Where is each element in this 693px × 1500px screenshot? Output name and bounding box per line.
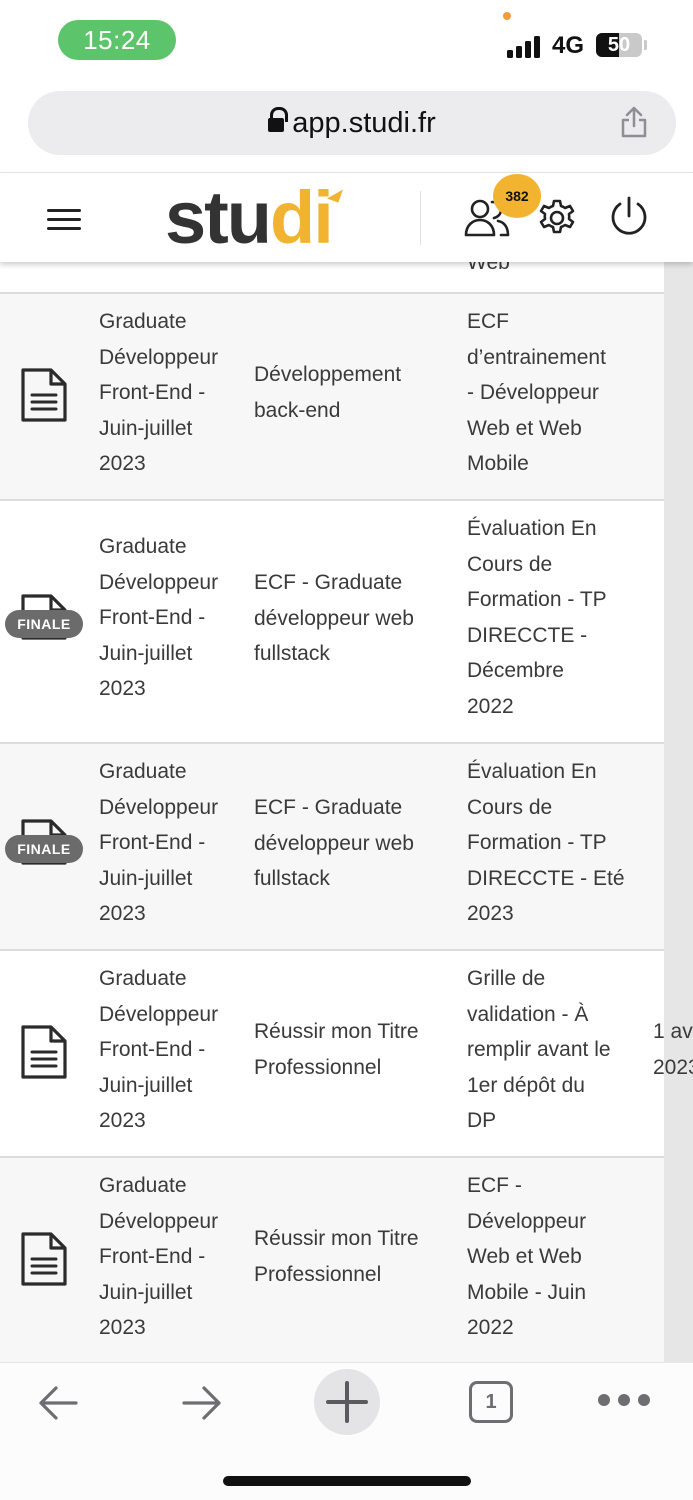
notification-badge: 382 bbox=[493, 174, 541, 218]
home-indicator[interactable] bbox=[223, 1476, 471, 1486]
title-cell: Grille de validation - Àremplir avant le 1… bbox=[467, 967, 611, 1132]
new-tab-button[interactable] bbox=[314, 1369, 380, 1435]
program-cell: Graduate Développeur Front-End - Juin-juill… bbox=[99, 310, 219, 475]
title-cell: ECF - Développeur Web et Web Mobile - Juin 2… bbox=[467, 1174, 587, 1339]
program-cell: Graduate Développeur Front-End - Juin-juill… bbox=[99, 967, 219, 1132]
power-icon[interactable] bbox=[608, 195, 650, 239]
courses-table: Web Graduate Développeur Front-End - Juin-j… bbox=[0, 172, 693, 1362]
lock-icon bbox=[268, 107, 289, 133]
finale-badge: FINALE bbox=[5, 835, 83, 863]
module-cell: ECF - Graduate développeur web fullstack bbox=[254, 796, 414, 890]
status-bar: 15:24 4G 50 bbox=[0, 0, 693, 82]
finale-badge: FINALE bbox=[5, 610, 83, 638]
status-time: 15:24 bbox=[58, 20, 176, 60]
document-icon[interactable] bbox=[20, 367, 68, 423]
gear-icon[interactable] bbox=[535, 196, 579, 240]
table-row[interactable]: Graduate Développeur Front-End - Juin-juill… bbox=[0, 292, 664, 499]
module-cell: Réussir mon Titre Professionnel bbox=[254, 1020, 419, 1079]
table-row[interactable]: Graduate Développeur Front-End - Juin-juill… bbox=[0, 1156, 664, 1362]
plus-icon bbox=[326, 1381, 368, 1423]
privacy-indicator-dot bbox=[503, 12, 511, 20]
battery-icon: 50 bbox=[596, 33, 642, 57]
program-cell: Graduate Développeur Front-End - Juin-juill… bbox=[99, 760, 219, 925]
table-scroll-edge bbox=[664, 262, 693, 1362]
battery-cap bbox=[644, 40, 647, 50]
table-row[interactable]: Graduate Développeur Front-End - Juin-juill… bbox=[0, 949, 693, 1156]
address-bar[interactable]: app.studi.fr bbox=[28, 91, 676, 155]
title-cell: Évaluation En Cours de Formation - TP DIREC… bbox=[467, 517, 607, 718]
module-cell: Développement back-end bbox=[254, 363, 402, 422]
module-cell: ECF - Graduate développeur web fullstack bbox=[254, 571, 414, 665]
back-arrow-icon[interactable] bbox=[36, 1383, 80, 1423]
title-cell: Évaluation En Cours de Formation - TP DIREC… bbox=[467, 760, 625, 925]
program-cell: Graduate Développeur Front-End - Juin-juill… bbox=[99, 1174, 219, 1339]
signal-strength-icon bbox=[507, 34, 543, 58]
menu-icon[interactable] bbox=[47, 209, 81, 231]
document-icon[interactable] bbox=[20, 1024, 68, 1080]
share-icon[interactable] bbox=[620, 106, 648, 138]
header-divider bbox=[420, 191, 421, 245]
logo-accent-text: di bbox=[270, 176, 334, 259]
title-cell: ECF d’entrainement - Développeur Web et Web… bbox=[467, 310, 606, 475]
tabs-button[interactable]: 1 bbox=[469, 1381, 513, 1423]
network-type: 4G bbox=[552, 32, 585, 59]
document-icon[interactable] bbox=[20, 1231, 68, 1287]
forward-arrow-icon[interactable] bbox=[180, 1383, 224, 1423]
more-options-icon[interactable] bbox=[598, 1391, 650, 1411]
battery-percent: 50 bbox=[607, 34, 631, 56]
studi-logo[interactable]: studi bbox=[165, 181, 344, 255]
table-row[interactable]: FINALE Graduate Développeur Front-End - Juin… bbox=[0, 499, 664, 742]
module-cell: Réussir mon Titre Professionnel bbox=[254, 1227, 419, 1286]
program-cell: Graduate Développeur Front-End - Juin-juill… bbox=[99, 535, 219, 700]
date-cell: 1 av2023 bbox=[653, 1020, 693, 1079]
url-display[interactable]: app.studi.fr bbox=[28, 91, 676, 155]
logo-main-text: stu bbox=[165, 176, 272, 259]
url-text: app.studi.fr bbox=[292, 107, 436, 139]
table-row[interactable]: FINALE Graduate Développeur Front-End - Juin… bbox=[0, 742, 664, 949]
app-header: studi bbox=[0, 172, 693, 262]
